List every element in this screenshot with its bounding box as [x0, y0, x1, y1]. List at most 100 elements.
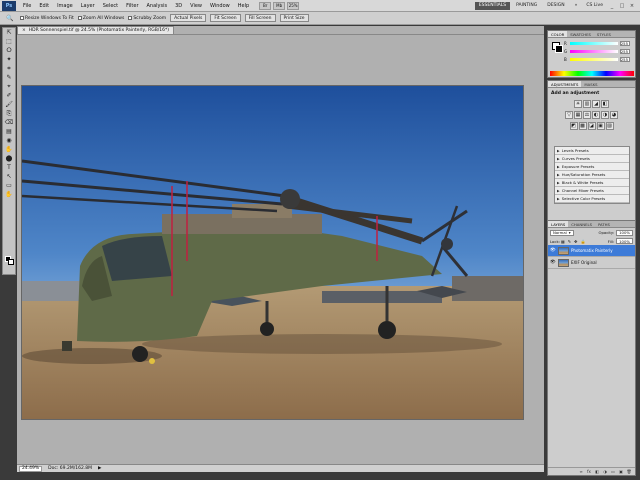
- tab-paths[interactable]: PATHS: [595, 221, 613, 227]
- resize-windows-checkbox[interactable]: Resize Windows To Fit: [20, 16, 74, 21]
- curves-icon[interactable]: ◢: [592, 100, 600, 108]
- expand-arrow-icon[interactable]: ▶: [557, 173, 560, 177]
- vibrance-icon[interactable]: ▽: [565, 111, 573, 119]
- expand-arrow-icon[interactable]: ▶: [557, 165, 560, 169]
- adjustment-layer-icon[interactable]: ◑: [602, 469, 608, 474]
- preset-item[interactable]: ▶ Hue/Saturation Presets: [555, 171, 629, 179]
- menu-view[interactable]: View: [186, 3, 206, 9]
- brightness-contrast-icon[interactable]: ☀: [574, 100, 582, 108]
- visibility-eye-icon[interactable]: 👁: [550, 248, 556, 253]
- preset-item[interactable]: ▶ Levels Presets: [555, 147, 629, 155]
- smudge-tool-icon[interactable]: ✋: [3, 145, 15, 154]
- brush-tool-icon[interactable]: 🖌: [3, 100, 15, 109]
- expand-arrow-icon[interactable]: ▶: [557, 189, 560, 193]
- bridge-button[interactable]: Br: [259, 1, 272, 10]
- add-mask-icon[interactable]: ◧: [594, 469, 600, 474]
- marquee-tool-icon[interactable]: ⬚: [3, 37, 15, 46]
- shape-tool-icon[interactable]: ▭: [3, 181, 15, 190]
- move-tool-icon[interactable]: ⇱: [3, 28, 15, 37]
- preset-item[interactable]: ▶ Curves Presets: [555, 155, 629, 163]
- crop-tool-icon[interactable]: ⌗: [3, 64, 15, 73]
- black-white-icon[interactable]: ◐: [592, 111, 600, 119]
- zoom-all-windows-checkbox[interactable]: Zoom All Windows: [77, 16, 124, 21]
- menu-layer[interactable]: Layer: [77, 3, 99, 9]
- tab-channels[interactable]: CHANNELS: [568, 221, 595, 227]
- color-spectrum-bar[interactable]: [550, 71, 634, 76]
- green-slider-row[interactable]: G 255: [564, 49, 634, 54]
- preset-item[interactable]: ▶ Exposure Presets: [555, 163, 629, 171]
- preset-item[interactable]: ▶ Channel Mixer Presets: [555, 187, 629, 195]
- type-tool-icon[interactable]: T: [3, 163, 15, 172]
- blue-slider[interactable]: [570, 58, 618, 61]
- link-layers-icon[interactable]: ∞: [578, 469, 584, 474]
- menu-edit[interactable]: Edit: [35, 3, 53, 9]
- status-menu-arrow[interactable]: ▶: [98, 466, 101, 471]
- invert-icon[interactable]: ◩: [569, 122, 578, 130]
- fit-screen-button[interactable]: Fit Screen: [210, 14, 241, 22]
- expand-arrow-icon[interactable]: ▶: [557, 181, 560, 185]
- menu-help[interactable]: Help: [234, 3, 253, 9]
- tab-layers[interactable]: LAYERS: [548, 221, 569, 227]
- new-group-icon[interactable]: ▭: [610, 469, 616, 474]
- blue-value-field[interactable]: 255: [620, 57, 630, 62]
- photo-filter-icon[interactable]: ◑: [601, 111, 609, 119]
- quick-select-tool-icon[interactable]: ✦: [3, 55, 15, 64]
- zoom-level-select[interactable]: 25%: [287, 1, 300, 10]
- lasso-tool-icon[interactable]: ⵔ: [3, 46, 15, 55]
- opacity-field[interactable]: 100%: [616, 229, 633, 236]
- menu-select[interactable]: Select: [99, 3, 122, 9]
- mini-bridge-button[interactable]: Mb: [273, 1, 286, 10]
- path-select-icon[interactable]: ↖: [3, 172, 15, 181]
- workspace-painting[interactable]: PAINTING: [512, 2, 541, 10]
- background-color-chip[interactable]: [555, 45, 563, 53]
- color-balance-icon[interactable]: ⚖: [583, 111, 591, 119]
- cs-live-button[interactable]: CS Live: [583, 2, 606, 10]
- workspace-design[interactable]: DESIGN: [543, 2, 568, 10]
- green-value-field[interactable]: 255: [620, 49, 630, 54]
- healing-brush-icon[interactable]: ⌖: [3, 82, 15, 91]
- workspace-essentials[interactable]: ESSENTIALS: [474, 1, 511, 10]
- exposure-icon[interactable]: ◧: [601, 100, 609, 108]
- zoom-level-field[interactable]: 24.49%: [19, 465, 43, 472]
- red-slider[interactable]: [570, 42, 618, 45]
- zoom-tool-icon[interactable]: 🔍: [4, 14, 16, 23]
- eyedropper-tool-icon[interactable]: ✎: [3, 73, 15, 82]
- tab-masks[interactable]: MASKS: [581, 81, 600, 87]
- expand-arrow-icon[interactable]: ▶: [557, 157, 560, 161]
- green-slider[interactable]: [570, 50, 618, 53]
- minimize-icon[interactable]: _: [608, 2, 616, 10]
- tab-styles[interactable]: STYLES: [594, 31, 614, 37]
- posterize-icon[interactable]: ▩: [578, 122, 587, 130]
- menu-filter[interactable]: Filter: [122, 3, 142, 9]
- expand-arrow-icon[interactable]: ▶: [557, 149, 560, 153]
- tab-color[interactable]: COLOR: [548, 31, 568, 37]
- tab-swatches[interactable]: SWATCHES: [567, 31, 594, 37]
- scrubby-zoom-checkbox[interactable]: Scrubby Zoom: [128, 16, 166, 21]
- blend-mode-select[interactable]: Normal ▾: [550, 229, 574, 236]
- close-tab-icon[interactable]: ×: [22, 28, 26, 33]
- preset-item[interactable]: ▶ Selective Color Presets: [555, 195, 629, 203]
- menu-window[interactable]: Window: [206, 3, 234, 9]
- print-size-button[interactable]: Print Size: [279, 14, 309, 22]
- menu-file[interactable]: File: [19, 3, 35, 9]
- close-icon[interactable]: ×: [628, 2, 636, 10]
- fill-screen-button[interactable]: Fill Screen: [244, 14, 276, 22]
- hand-tool-icon[interactable]: ✋: [3, 190, 15, 199]
- fill-field[interactable]: 100%: [616, 238, 633, 244]
- menu-analysis[interactable]: Analysis: [143, 3, 172, 9]
- lock-pixels-icon[interactable]: ✎: [568, 239, 571, 244]
- actual-pixels-button[interactable]: Actual Pixels: [170, 14, 207, 22]
- lock-transparency-icon[interactable]: ▦: [561, 239, 565, 244]
- menu-3d[interactable]: 3D: [171, 3, 186, 9]
- layer-row-exif-original[interactable]: 👁 EXIF Original: [548, 257, 635, 269]
- image-canvas[interactable]: [21, 85, 524, 420]
- red-slider-row[interactable]: R 255: [564, 41, 634, 46]
- new-layer-icon[interactable]: ▣: [618, 469, 624, 474]
- eraser-tool-icon[interactable]: ⌫: [3, 118, 15, 127]
- clone-stamp-icon[interactable]: ⎘: [3, 109, 15, 118]
- background-color-swatch[interactable]: [8, 259, 14, 265]
- preset-item[interactable]: ▶ Black & White Presets: [555, 179, 629, 187]
- maximize-icon[interactable]: □: [618, 2, 626, 10]
- menu-image[interactable]: Image: [53, 3, 77, 9]
- dodge-tool-icon[interactable]: ◉: [3, 136, 15, 145]
